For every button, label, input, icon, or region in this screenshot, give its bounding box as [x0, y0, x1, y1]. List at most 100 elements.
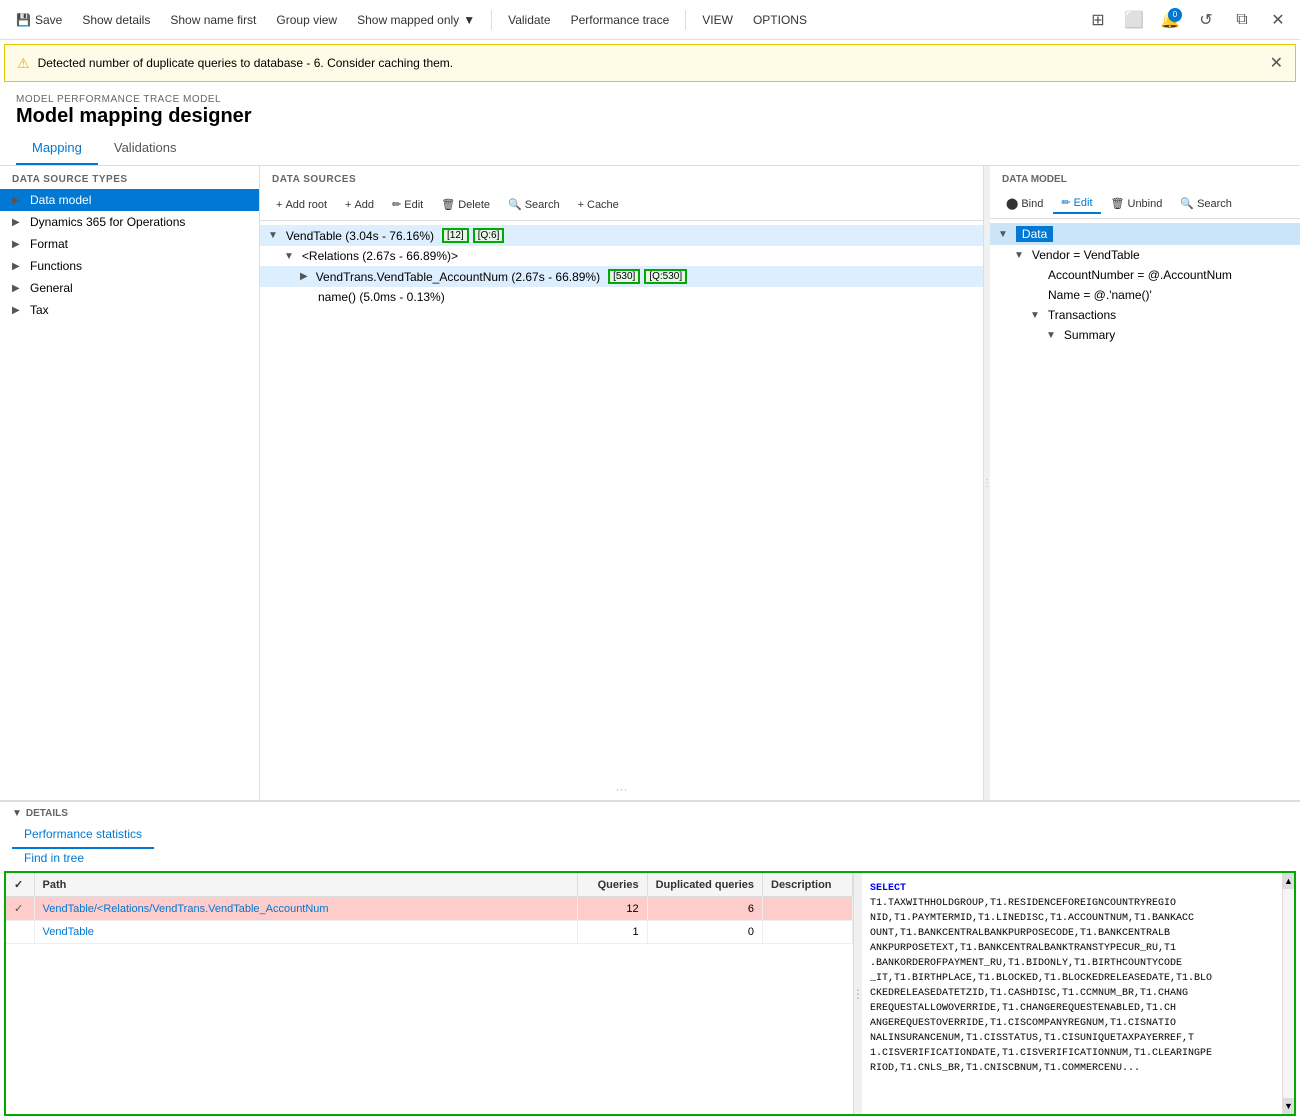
edit-icon: ✏	[392, 198, 401, 211]
breadcrumb: MODEL PERFORMANCE TRACE MODEL	[16, 94, 1284, 105]
sidebar-item-format[interactable]: ▶ Format	[0, 233, 259, 255]
page-header: MODEL PERFORMANCE TRACE MODEL Model mapp…	[0, 86, 1300, 132]
dm-tree-item-summary[interactable]: ▼ Summary	[990, 325, 1300, 345]
col-dup-queries: Duplicated queries	[647, 873, 762, 897]
group-view-button[interactable]: Group view	[268, 9, 345, 31]
cell-description	[763, 897, 853, 921]
sidebar-item-label: Tax	[30, 303, 49, 317]
expand-arrow: ▶	[300, 271, 308, 282]
options-button[interactable]: OPTIONS	[745, 9, 815, 31]
search-icon: 🔍	[508, 198, 522, 211]
data-model-toolbar: ⬤ Bind ✏ Edit 🗑 Unbind 🔍 Search	[990, 189, 1300, 219]
sidebar-item-dynamics365[interactable]: ▶ Dynamics 365 for Operations	[0, 211, 259, 233]
cell-path[interactable]: VendTable/<Relations/VendTrans.VendTable…	[34, 897, 577, 921]
alert-close-button[interactable]: ✕	[1270, 53, 1283, 73]
cache-icon: +	[578, 199, 584, 211]
vertical-scrollbar[interactable]: ▲ ▼	[1282, 873, 1294, 1114]
show-mapped-only-button[interactable]: Show mapped only ▼	[349, 9, 483, 31]
tab-mapping[interactable]: Mapping	[16, 132, 98, 165]
resize-handle[interactable]: ···	[260, 778, 983, 800]
tree-item-relations[interactable]: ▼ <Relations (2.67s - 66.89%)>	[260, 246, 983, 266]
performance-statistics-tab[interactable]: Performance statistics	[12, 821, 154, 849]
save-button[interactable]: 💾 Save	[8, 9, 70, 31]
main-layout: DATA SOURCE TYPES ▶ Data model ▶ Dynamic…	[0, 166, 1300, 800]
sidebar-item-label: Format	[30, 237, 68, 251]
refresh-icon-button[interactable]: ↺	[1192, 6, 1220, 34]
office-icon-button[interactable]: ⬜	[1120, 6, 1148, 34]
performance-table-container: ✓ Path Queries Duplicated queries Descri…	[4, 871, 1296, 1116]
dm-item-label: Data	[1016, 226, 1053, 242]
ds-badge-4: [Q:530]	[644, 269, 687, 284]
dm-tree-item-name[interactable]: Name = @.'name()'	[990, 285, 1300, 305]
dm-edit-button[interactable]: ✏ Edit	[1053, 193, 1100, 214]
chevron-down-icon: ▼	[463, 13, 475, 27]
data-source-types-panel: DATA SOURCE TYPES ▶ Data model ▶ Dynamic…	[0, 166, 260, 800]
cell-queries: 1	[577, 921, 647, 944]
delete-button[interactable]: 🗑 Delete	[433, 195, 498, 214]
unbind-button[interactable]: 🗑 Unbind	[1103, 194, 1171, 213]
sidebar-item-data-model[interactable]: ▶ Data model	[0, 189, 259, 211]
collapse-arrow: ▼	[284, 251, 294, 262]
sidebar-item-label: General	[30, 281, 73, 295]
tree-item-vendtrans[interactable]: ▶ VendTrans.VendTable_AccountNum (2.67s …	[260, 266, 983, 287]
cell-queries: 12	[577, 897, 647, 921]
table-resize-handle[interactable]: ⋮	[854, 873, 862, 1114]
data-model-panel: DATA MODEL ⬤ Bind ✏ Edit 🗑 Unbind 🔍 Sear…	[990, 166, 1300, 800]
dm-tree-item-accountnumber[interactable]: AccountNumber = @.AccountNum	[990, 265, 1300, 285]
add-root-button[interactable]: + Add root	[268, 196, 335, 214]
ds-item-label: VendTrans.VendTable_AccountNum (2.67s - …	[316, 270, 600, 284]
ds-badge-2: [Q:6]	[473, 228, 505, 243]
edit-button[interactable]: ✏ Edit	[384, 195, 431, 214]
dm-search-icon: 🔍	[1180, 197, 1194, 210]
cache-button[interactable]: + Cache	[570, 196, 627, 214]
table-row[interactable]: ✓ VendTable/<Relations/VendTrans.VendTab…	[6, 897, 853, 921]
dm-item-label: Transactions	[1048, 308, 1116, 322]
edit-icon-2: ✏	[1061, 196, 1070, 209]
scroll-down-arrow[interactable]: ▼	[1283, 1098, 1294, 1114]
view-button[interactable]: VIEW	[694, 9, 741, 31]
performance-trace-button[interactable]: Performance trace	[563, 9, 678, 31]
notification-badge: 0	[1168, 8, 1182, 22]
cell-path[interactable]: VendTable	[34, 921, 577, 944]
table-row[interactable]: VendTable 1 0	[6, 921, 853, 944]
warning-icon: ⚠	[17, 55, 30, 72]
cell-dup-queries: 0	[647, 921, 762, 944]
col-path: Path	[34, 873, 577, 897]
validate-button[interactable]: Validate	[500, 9, 558, 31]
find-in-tree-link[interactable]: Find in tree	[12, 847, 96, 869]
search-button[interactable]: 🔍 Search	[500, 195, 568, 214]
bind-button[interactable]: ⬤ Bind	[998, 194, 1051, 213]
data-sources-panel: DATA SOURCES + Add root + Add ✏ Edit 🗑 D…	[260, 166, 984, 800]
restore-icon-button[interactable]: ⧉	[1228, 6, 1256, 34]
sidebar-item-tax[interactable]: ▶ Tax	[0, 299, 259, 321]
sidebar-item-functions[interactable]: ▶ Functions	[0, 255, 259, 277]
dm-tree-item-vendor[interactable]: ▼ Vendor = VendTable	[990, 245, 1300, 265]
sidebar-item-label: Data model	[30, 193, 91, 207]
show-details-button[interactable]: Show details	[74, 9, 158, 31]
data-model-tree: ▼ Data ▼ Vendor = VendTable AccountNumbe…	[990, 219, 1300, 800]
dm-tree-item-transactions[interactable]: ▼ Transactions	[990, 305, 1300, 325]
data-model-header: DATA MODEL	[990, 166, 1300, 189]
arrow-icon: ▶	[12, 217, 24, 228]
tab-validations[interactable]: Validations	[98, 132, 193, 165]
tree-item-name[interactable]: name() (5.0ms - 0.13%)	[260, 287, 983, 307]
dm-search-button[interactable]: 🔍 Search	[1172, 194, 1240, 213]
details-header: ▼ DETAILS	[0, 802, 1300, 821]
data-sources-header: DATA SOURCES	[260, 166, 983, 189]
col-check: ✓	[6, 873, 34, 897]
add-button[interactable]: + Add	[337, 196, 382, 214]
scroll-up-arrow[interactable]: ▲	[1283, 873, 1294, 889]
dm-item-label: Summary	[1064, 328, 1115, 342]
sidebar-item-general[interactable]: ▶ General	[0, 277, 259, 299]
dm-tree-item-data[interactable]: ▼ Data	[990, 223, 1300, 245]
tree-item-vendtable[interactable]: ▼ VendTable (3.04s - 76.16%) [12] [Q:6]	[260, 225, 983, 246]
collapse-triangle[interactable]: ▼	[12, 808, 22, 819]
cell-check	[6, 921, 34, 944]
expand-arrow: ▼	[1014, 250, 1024, 261]
grid-icon-button[interactable]: ⊞	[1084, 6, 1112, 34]
close-icon-button[interactable]: ✕	[1264, 6, 1292, 34]
show-name-first-button[interactable]: Show name first	[162, 9, 264, 31]
notification-icon-button[interactable]: 🔔 0	[1156, 6, 1184, 34]
alert-message: Detected number of duplicate queries to …	[38, 56, 454, 70]
cell-check: ✓	[6, 897, 34, 921]
